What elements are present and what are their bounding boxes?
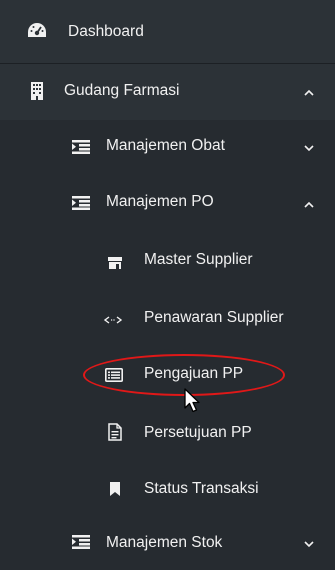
list-icon [70,136,92,158]
sidebar-item-manajemen-stok[interactable]: Manajemen Stok [0,517,335,570]
chevron-down-icon [303,142,315,154]
exchange-icon [102,309,124,331]
file-text-icon [104,421,126,443]
chevron-up-icon [303,198,315,210]
sidebar-item-manajemen-obat[interactable]: Manajemen Obat [0,120,335,176]
sidebar-item-label: Manajemen Stok [106,534,223,551]
sidebar-item-master-supplier[interactable]: Master Supplier [0,232,335,290]
sidebar-item-label: Manajemen PO [106,193,214,210]
sidebar-item-status-transaksi[interactable]: Status Transaksi [0,462,335,517]
sidebar-item-label: Penawaran Supplier [144,309,284,326]
dashboard-icon [26,20,48,42]
chevron-up-icon [303,86,315,98]
sidebar-item-dashboard[interactable]: Dashboard [0,0,335,63]
sidebar-item-label: Dashboard [68,23,144,40]
sidebar-item-penawaran-supplier[interactable]: Penawaran Supplier [0,290,335,348]
sidebar-item-pengajuan-pp[interactable]: Pengajuan PP [0,348,335,404]
sidebar-item-label: Status Transaksi [144,480,259,497]
sidebar-item-manajemen-po[interactable]: Manajemen PO [0,176,335,232]
sidebar-item-label: Gudang Farmasi [64,82,180,99]
mouse-cursor-icon [184,388,202,419]
list-icon [70,531,92,553]
store-icon [104,252,126,274]
list-alt-icon [103,364,125,386]
list-icon [70,192,92,214]
sidebar-item-label: Master Supplier [144,251,253,268]
sidebar-item-persetujuan-pp[interactable]: Persetujuan PP [0,404,335,462]
bookmark-icon [104,478,126,500]
sidebar-item-label: Manajemen Obat [106,137,225,154]
sidebar-menu: Dashboard Gudang Farmasi Manajemen Obat … [0,0,335,570]
sidebar-item-label: Persetujuan PP [144,424,252,441]
sidebar-item-gudang-farmasi[interactable]: Gudang Farmasi [0,64,335,120]
building-icon [26,80,48,102]
sidebar-item-label: Pengajuan PP [144,365,244,382]
chevron-down-icon [303,538,315,550]
